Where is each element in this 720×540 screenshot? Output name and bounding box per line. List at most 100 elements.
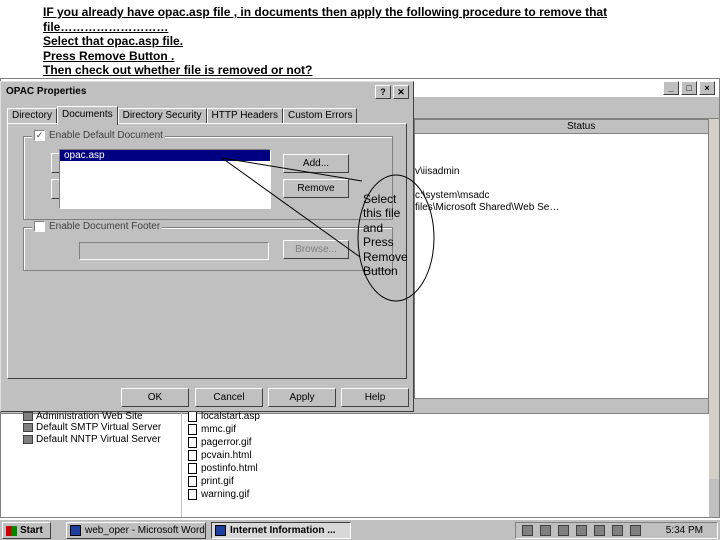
file-icon xyxy=(188,424,197,435)
vertical-scrollbar[interactable] xyxy=(708,119,719,479)
start-button[interactable]: Start xyxy=(2,522,51,539)
browse-button[interactable]: Browse... xyxy=(283,240,349,259)
tree-item-label: Administration Web Site xyxy=(36,411,143,422)
tray-icon[interactable] xyxy=(594,525,605,536)
document-footer-group-label: Enable Document Footer xyxy=(32,221,163,232)
word-icon xyxy=(70,525,81,536)
enable-default-document-checkbox[interactable]: ✓ xyxy=(34,130,45,141)
file-name: pcvain.html xyxy=(201,450,252,461)
file-item[interactable]: warning.gif xyxy=(188,489,249,500)
callout-note: Select this file and Press Remove Button xyxy=(363,192,408,278)
cancel-button[interactable]: Cancel xyxy=(195,388,263,407)
opac-properties-dialog: OPAC Properties ? ✕ Directory Documents … xyxy=(0,81,414,412)
add-button[interactable]: Add... xyxy=(283,154,349,173)
file-item[interactable]: pagerror.gif xyxy=(188,437,252,448)
tray-icon[interactable] xyxy=(522,525,533,536)
tab-custom-errors[interactable]: Custom Errors xyxy=(283,108,358,124)
caption-line: Press Remove Button . xyxy=(43,48,175,63)
taskbar-item-label: Internet Information ... xyxy=(230,525,336,536)
website-icon xyxy=(23,412,33,421)
tree-item[interactable]: Default SMTP Virtual Server xyxy=(23,422,161,433)
callout-note-line: Press xyxy=(363,235,394,250)
file-icon xyxy=(188,437,197,448)
tree-item-label: Default NNTP Virtual Server xyxy=(36,434,161,445)
file-item[interactable]: pcvain.html xyxy=(188,450,252,461)
file-icon xyxy=(188,489,197,500)
taskbar-item-iis[interactable]: Internet Information ... xyxy=(211,522,351,539)
list-item[interactable]: files\Microsoft Shared\Web Se… xyxy=(415,202,559,213)
dialog-close-button[interactable]: ✕ xyxy=(393,85,409,99)
tree-item[interactable]: Administration Web Site xyxy=(23,411,143,422)
file-icon xyxy=(188,450,197,461)
default-document-group-label: ✓ Enable Default Document xyxy=(32,130,165,141)
enable-document-footer-checkbox[interactable] xyxy=(34,221,45,232)
file-name: localstart.asp xyxy=(201,411,260,422)
file-item[interactable]: mmc.gif xyxy=(188,424,236,435)
tab-documents[interactable]: Documents xyxy=(57,106,118,125)
default-documents-list[interactable]: opac.asp xyxy=(59,149,271,209)
list-item[interactable]: c:\system\msadc xyxy=(415,190,489,201)
file-item[interactable]: print.gif xyxy=(188,476,234,487)
dialog-title-bar[interactable]: OPAC Properties ? ✕ xyxy=(3,84,411,100)
caption-line: Select that opac.asp file. xyxy=(43,34,184,48)
file-name: print.gif xyxy=(201,476,234,487)
tab-directory-security[interactable]: Directory Security xyxy=(117,108,207,124)
start-label: Start xyxy=(20,525,43,536)
dialog-title-controls: ? ✕ xyxy=(375,85,409,99)
clock: 5:34 PM xyxy=(665,525,703,536)
file-icon xyxy=(188,476,197,487)
caption-line: Then check out whether file is removed o… xyxy=(43,63,313,77)
file-item[interactable]: localstart.asp xyxy=(188,411,260,422)
iis-icon xyxy=(215,525,226,536)
remove-button[interactable]: Remove xyxy=(283,179,349,198)
callout-note-line: Button xyxy=(363,264,398,279)
file-item[interactable]: postinfo.html xyxy=(188,463,258,474)
file-name: pagerror.gif xyxy=(201,437,252,448)
nntp-server-icon xyxy=(23,435,33,444)
enable-document-footer-label: Enable Document Footer xyxy=(49,221,161,232)
callout-note-line: Select xyxy=(363,192,397,206)
footer-path-field[interactable] xyxy=(79,242,269,260)
apply-button[interactable]: Apply xyxy=(268,388,336,407)
list-item[interactable]: v\iisadmin xyxy=(415,166,459,177)
maximize-button[interactable]: □ xyxy=(681,81,697,95)
property-tabs: Directory Documents Directory Security H… xyxy=(7,106,358,125)
caption-line: file……………………… xyxy=(43,19,169,34)
file-name: warning.gif xyxy=(201,489,250,500)
file-pane: localstart.asp mmc.gif pagerror.gif pcva… xyxy=(182,411,709,517)
tree-item-label: Default SMTP Virtual Server xyxy=(36,422,162,433)
file-icon xyxy=(188,411,197,422)
caption-line: IF you already have opac.asp file , in d… xyxy=(43,5,608,19)
minimize-button[interactable]: _ xyxy=(663,81,679,95)
system-tray: 5:34 PM xyxy=(515,522,718,539)
windows-logo-icon xyxy=(6,525,17,536)
tab-directory[interactable]: Directory xyxy=(7,108,58,124)
callout-note-line: and xyxy=(363,220,384,235)
help-question-button[interactable]: ? xyxy=(375,85,391,99)
taskbar-item-word[interactable]: web_oper - Microsoft Word xyxy=(66,522,206,539)
ok-button[interactable]: OK xyxy=(121,388,189,407)
smtp-server-icon xyxy=(23,423,33,432)
tray-icon[interactable] xyxy=(540,525,551,536)
tree-pane: Administration Web Site Default SMTP Vir… xyxy=(1,411,181,517)
callout-note-line: this file xyxy=(363,206,401,221)
taskbar: Start web_oper - Microsoft Word Internet… xyxy=(0,519,720,540)
tray-icon[interactable] xyxy=(630,525,641,536)
file-icon xyxy=(188,463,197,474)
tray-icon[interactable] xyxy=(576,525,587,536)
enable-default-document-label: Enable Default Document xyxy=(49,130,163,141)
dialog-title: OPAC Properties xyxy=(6,86,87,97)
tree-item[interactable]: Default NNTP Virtual Server xyxy=(23,434,161,445)
list-column-header[interactable]: Status xyxy=(415,120,709,134)
instruction-caption: IF you already have opac.asp file , in d… xyxy=(43,5,683,78)
help-button[interactable]: Help xyxy=(341,388,409,407)
close-button[interactable]: × xyxy=(699,81,715,95)
taskbar-item-label: web_oper - Microsoft Word xyxy=(85,525,205,536)
volume-icon[interactable] xyxy=(558,525,569,536)
tray-icon[interactable] xyxy=(612,525,623,536)
iis-detail-list[interactable]: Status v\iisadmin c:\system\msadc files\… xyxy=(414,119,710,399)
file-name: mmc.gif xyxy=(201,424,236,435)
iis-window-controls: _ □ × xyxy=(663,81,715,95)
tab-http-headers[interactable]: HTTP Headers xyxy=(206,108,284,124)
document-list-item-selected[interactable]: opac.asp xyxy=(60,150,270,161)
